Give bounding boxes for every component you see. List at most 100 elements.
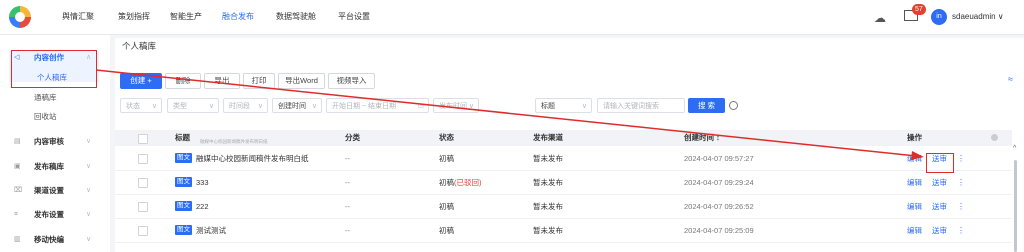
scrollbar-thumb[interactable]: [1014, 160, 1017, 252]
submit-review-link[interactable]: 送审: [932, 171, 947, 194]
more-icon[interactable]: ⋮: [957, 147, 965, 170]
mobile-icon: ▥: [14, 236, 21, 243]
sidebar-subitem-general-library[interactable]: 通稿库: [34, 91, 57, 105]
row-status: 初稿: [439, 226, 454, 235]
export-word-button[interactable]: 导出Word: [278, 73, 325, 89]
row-category: --: [345, 202, 350, 211]
sidebar-item-channel-settings[interactable]: ⌧ 渠道设置 ∨: [0, 184, 110, 198]
export-button[interactable]: 导出: [204, 73, 240, 89]
sidebar-item-content-review[interactable]: ▤ 内容审核 ∨: [0, 135, 110, 149]
type-select[interactable]: 类型 ∨: [167, 98, 219, 113]
chevron-down-icon: ∨: [257, 103, 263, 110]
topnav-item-active[interactable]: 融合发布: [222, 0, 254, 34]
row-checkbox[interactable]: [138, 178, 148, 188]
edit-link[interactable]: 编辑: [907, 171, 922, 194]
select-all-checkbox[interactable]: [138, 134, 148, 144]
status-select-label: 状态: [126, 103, 140, 110]
review-icon: ▤: [14, 138, 21, 145]
type-tag: 图文: [175, 153, 192, 163]
field-select-label: 标题: [541, 103, 555, 110]
sidebar-item-publish-library[interactable]: ▣ 发布稿库 ∨: [0, 160, 110, 174]
sidebar-item-label: 发布稿库: [34, 162, 64, 171]
username-dropdown[interactable]: sdaeuadmin ∨: [952, 0, 1004, 34]
main-panel: 个人稿库 创建 + 删除 导出 打印 导出Word 视频导入 ≈ 状态 ∨ 类型 ∨…: [115, 38, 1024, 252]
keyword-placeholder: 请输入关键词搜索: [603, 103, 659, 110]
more-icon[interactable]: ⋮: [957, 219, 965, 242]
sidebar-item-publish-settings[interactable]: ⌗ 发布设置 ∨: [0, 208, 110, 222]
more-icon[interactable]: ⋮: [957, 195, 965, 218]
table-header: 标题 融媒中心校园新闻稿件发布明白纸 分类 状态 发布渠道 创建时间 ↕ 操作: [115, 130, 1012, 146]
status-select[interactable]: 状态 ∨: [120, 98, 162, 113]
row-created: 2024-04-07 09:57:27: [684, 154, 754, 163]
row-status: 初稿: [439, 154, 454, 163]
search-button[interactable]: 搜 索: [688, 98, 725, 113]
row-checkbox[interactable]: [138, 226, 148, 236]
row-category: --: [345, 178, 350, 187]
type-tag: 图文: [175, 201, 192, 211]
cloud-upload-icon[interactable]: ☁: [874, 11, 886, 25]
scroll-up-icon[interactable]: ^: [1013, 145, 1016, 152]
publish-time-select[interactable]: 发布时间 ∨: [433, 98, 479, 113]
collapse-icon[interactable]: ≈: [1008, 74, 1013, 84]
time-period-select[interactable]: 时间段 ∨: [223, 98, 268, 113]
more-icon[interactable]: ⋮: [957, 171, 965, 194]
table-row: 图文 融媒中心校园新闻稿件发布明白纸 -- 初稿 暂未发布 2024-04-07…: [115, 147, 1012, 171]
edit-link[interactable]: 编辑: [907, 219, 922, 242]
sidebar-item-label: 渠道设置: [34, 186, 64, 195]
chevron-down-icon: ∨: [581, 103, 587, 110]
row-created: 2024-04-07 09:29:24: [684, 178, 754, 187]
row-status: 初稿(已驳回): [439, 171, 482, 194]
row-checkbox[interactable]: [138, 202, 148, 212]
avatar[interactable]: in: [931, 9, 947, 25]
video-import-button[interactable]: 视频导入: [328, 73, 375, 89]
col-created[interactable]: 创建时间 ↕: [684, 130, 720, 146]
filter-settings-icon[interactable]: [729, 101, 738, 110]
create-time-label: 创建时间: [278, 103, 306, 110]
col-operations: 操作: [907, 133, 922, 142]
row-category: --: [345, 154, 350, 163]
end-date-placeholder: 结束日期: [368, 103, 396, 110]
topnav-item[interactable]: 策划指挥: [118, 0, 150, 34]
calendar-icon: ▭: [417, 103, 424, 110]
field-select[interactable]: 标题 ∨: [535, 98, 592, 113]
col-category: 分类: [345, 133, 360, 142]
row-status-text: 初稿: [439, 178, 454, 187]
column-settings-icon[interactable]: [991, 134, 998, 141]
topnav-item[interactable]: 平台设置: [338, 0, 370, 34]
table-row: 图文 333 -- 初稿(已驳回) 暂未发布 2024-04-07 09:29:…: [115, 171, 1012, 195]
row-channel: 暂未发布: [533, 202, 563, 211]
delete-button[interactable]: 删除: [165, 73, 201, 89]
row-channel: 暂未发布: [533, 154, 563, 163]
row-title[interactable]: 222: [196, 195, 209, 218]
print-button[interactable]: 打印: [243, 73, 275, 89]
rejected-note: (已驳回): [454, 178, 482, 187]
edit-link[interactable]: 编辑: [907, 147, 922, 170]
chevron-down-icon: ∨: [468, 103, 474, 110]
row-title[interactable]: 333: [196, 171, 209, 194]
sidebar-item-mobile-edit[interactable]: ▥ 移动快编 ∨: [0, 233, 110, 247]
col-title-hint: 融媒中心校园新闻稿件发布明白纸: [200, 139, 268, 144]
chevron-down-icon: ∨: [86, 236, 92, 243]
sidebar-subitem-recycle-bin[interactable]: 回收站: [34, 110, 57, 124]
start-date-placeholder: 开始日期: [332, 103, 360, 110]
create-button[interactable]: 创建 +: [120, 73, 162, 89]
row-created: 2024-04-07 09:26:52: [684, 202, 754, 211]
submit-review-link[interactable]: 送审: [932, 219, 947, 242]
topnav-item[interactable]: 舆情汇聚: [62, 0, 94, 34]
page-title: 个人稿库: [122, 41, 157, 51]
topnav-item[interactable]: 数据驾驶舱: [276, 0, 316, 34]
submit-review-link[interactable]: 送审: [932, 195, 947, 218]
chevron-down-icon: ∨: [86, 163, 92, 170]
row-title[interactable]: 融媒中心校园新闻稿件发布明白纸: [196, 147, 309, 170]
chevron-down-icon: ∨: [208, 103, 214, 110]
row-title[interactable]: 测试测试: [196, 219, 226, 242]
date-range-picker[interactable]: 开始日期 ~ 结束日期 ▭: [326, 98, 429, 113]
type-select-label: 类型: [173, 103, 187, 110]
chevron-down-icon: ∨: [151, 103, 157, 110]
edit-link[interactable]: 编辑: [907, 195, 922, 218]
create-time-select[interactable]: 创建时间 ∨: [272, 98, 322, 113]
row-checkbox[interactable]: [138, 154, 148, 164]
topnav-item[interactable]: 智能生产: [170, 0, 202, 34]
keyword-search-input[interactable]: 请输入关键词搜索: [597, 98, 685, 113]
col-channel: 发布渠道: [533, 133, 563, 142]
